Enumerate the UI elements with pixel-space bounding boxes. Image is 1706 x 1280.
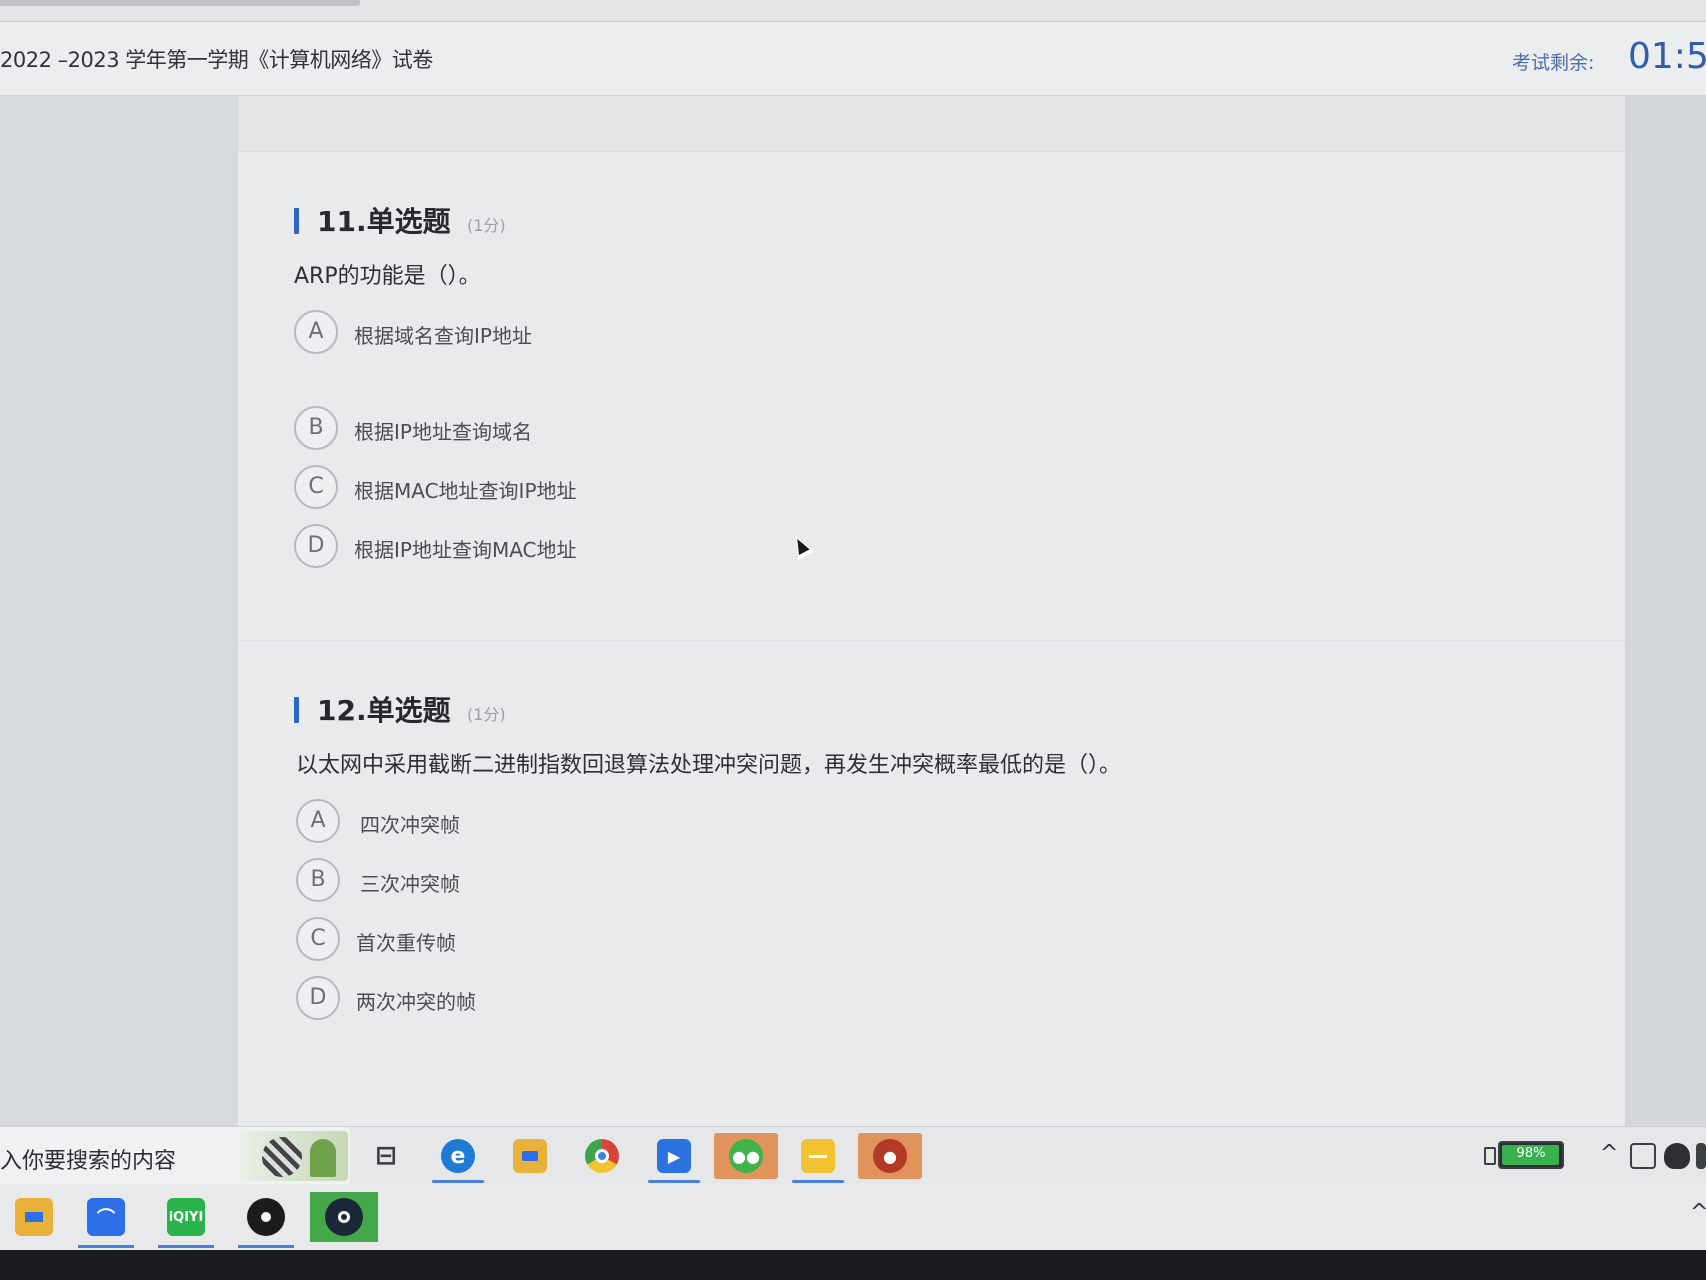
option-radio[interactable]: B — [296, 858, 340, 902]
chrome-button[interactable] — [570, 1133, 634, 1179]
battery-indicator[interactable]: 98% — [1498, 1141, 1564, 1169]
taskbar-secondary: ⌒ iQIYI ^ — [0, 1184, 1706, 1250]
wechat-icon: ●● — [729, 1139, 763, 1173]
question-score: (1分) — [467, 216, 506, 235]
question-text: ARP的功能是（）。 — [294, 264, 481, 289]
screen: 2022 –2023 学年第一学期《计算机网络》试卷 考试剩余: 01:59 1… — [0, 0, 1706, 1250]
timer-label: 考试剩余: — [1512, 52, 1595, 74]
question-divider — [238, 640, 1625, 641]
app-red-icon: ● — [873, 1139, 907, 1173]
option-a[interactable]: A 根据域名查询IP地址 — [294, 310, 614, 354]
battery-percent: 98% — [1516, 1146, 1546, 1161]
steam-button[interactable] — [310, 1192, 378, 1242]
display-icon[interactable] — [1630, 1143, 1656, 1169]
option-label: 三次冲突帧 — [360, 872, 460, 896]
timer-value: 01:59 — [1628, 36, 1706, 77]
option-d[interactable]: D 两次冲突的帧 — [296, 976, 616, 1020]
question-marker — [294, 208, 299, 234]
question-score: (1分) — [467, 705, 506, 724]
option-radio[interactable]: A — [296, 799, 340, 843]
charging-plug-icon — [1484, 1147, 1496, 1165]
meeting-app-icon: ⌒ — [87, 1198, 125, 1236]
option-radio[interactable]: D — [296, 976, 340, 1020]
iqiyi-button[interactable]: iQIYI — [152, 1192, 220, 1248]
blue-app-button[interactable]: ▶ — [642, 1133, 706, 1183]
plant-icon — [310, 1139, 336, 1177]
meeting-app-button[interactable]: ⌒ — [72, 1192, 140, 1248]
option-c[interactable]: C 根据MAC地址查询IP地址 — [294, 465, 614, 509]
sticky-notes-button[interactable] — [786, 1133, 850, 1183]
option-b[interactable]: B 根据IP地址查询域名 — [294, 406, 614, 450]
app-blue-icon: ▶ — [657, 1139, 691, 1173]
steam-icon — [325, 1198, 363, 1236]
tray-expand-icon[interactable]: ^ — [1600, 1141, 1618, 1166]
question-marker — [294, 697, 299, 723]
question-header: 12.单选题 (1分) — [294, 689, 1494, 729]
task-view-icon: ⊟ — [375, 1141, 397, 1171]
tray-overflow-icon[interactable] — [1696, 1143, 1706, 1169]
question-11: 11.单选题 (1分) ARP的功能是（）。 A 根据域名查询IP地址 B 根据… — [294, 200, 1494, 600]
folder-icon — [15, 1198, 53, 1236]
monitor-bezel — [0, 1250, 1706, 1280]
edge-icon: e — [441, 1139, 475, 1173]
task-view-button[interactable]: ⊟ — [354, 1133, 418, 1179]
question-number: 11.单选题 — [317, 205, 451, 238]
option-label: 四次冲突帧 — [360, 813, 460, 837]
taskbar-chevron-icon[interactable]: ^ — [1690, 1200, 1706, 1225]
option-label: 根据MAC地址查询IP地址 — [354, 479, 577, 503]
option-radio[interactable]: B — [294, 406, 338, 450]
folder-button[interactable] — [0, 1192, 68, 1242]
lemur-icon — [262, 1137, 302, 1177]
browser-address-strip — [0, 0, 1706, 22]
option-label: 根据IP地址查询域名 — [354, 420, 532, 444]
search-input[interactable]: 入你要搜索的内容 — [0, 1143, 176, 1175]
paper-top-band — [238, 96, 1625, 152]
search-highlight-image — [240, 1131, 348, 1181]
exam-title: 2022 –2023 学年第一学期《计算机网络》试卷 — [0, 48, 433, 72]
question-header: 11.单选题 (1分) — [294, 200, 1494, 240]
qq-penguin-icon[interactable] — [1664, 1143, 1690, 1169]
right-margin — [1625, 96, 1706, 1126]
file-explorer-button[interactable] — [498, 1133, 562, 1179]
question-12: 12.单选题 (1分) 以太网中采用截断二进制指数回退算法处理冲突问题，再发生冲… — [294, 689, 1494, 1089]
edge-button[interactable]: e — [426, 1133, 490, 1183]
option-radio[interactable]: C — [296, 917, 340, 961]
option-label: 根据域名查询IP地址 — [354, 324, 532, 348]
option-a[interactable]: A 四次冲突帧 — [296, 799, 616, 843]
exam-header: 2022 –2023 学年第一学期《计算机网络》试卷 考试剩余: 01:59 — [0, 22, 1706, 96]
option-label: 根据IP地址查询MAC地址 — [354, 538, 577, 562]
left-margin — [0, 96, 238, 1126]
option-c[interactable]: C 首次重传帧 — [296, 917, 616, 961]
option-radio[interactable]: A — [294, 310, 338, 354]
url-fragment — [0, 0, 360, 6]
option-d[interactable]: D 根据IP地址查询MAC地址 — [294, 524, 614, 568]
option-radio[interactable]: D — [294, 524, 338, 568]
option-label: 两次冲突的帧 — [356, 990, 476, 1014]
question-number: 12.单选题 — [317, 694, 451, 727]
option-b[interactable]: B 三次冲突帧 — [296, 858, 616, 902]
taskbar-search[interactable]: 入你要搜索的内容 — [0, 1127, 350, 1185]
red-app-button[interactable]: ● — [858, 1133, 922, 1179]
question-text: 以太网中采用截断二进制指数回退算法处理冲突问题，再发生冲突概率最低的是（）。 — [296, 753, 1122, 778]
chrome-icon — [585, 1139, 619, 1173]
sticky-notes-icon — [801, 1139, 835, 1173]
iqiyi-icon: iQIYI — [167, 1198, 205, 1236]
option-radio[interactable]: C — [294, 465, 338, 509]
wechat-button[interactable]: ●● — [714, 1133, 778, 1179]
file-explorer-icon — [513, 1139, 547, 1173]
taskbar: 入你要搜索的内容 ⊟ e ▶ ●● ● 98% ^ — [0, 1126, 1706, 1185]
media-player-button[interactable] — [232, 1192, 300, 1248]
exam-paper: 11.单选题 (1分) ARP的功能是（）。 A 根据域名查询IP地址 B 根据… — [238, 96, 1625, 1126]
media-player-icon — [247, 1198, 285, 1236]
option-label: 首次重传帧 — [356, 931, 456, 955]
